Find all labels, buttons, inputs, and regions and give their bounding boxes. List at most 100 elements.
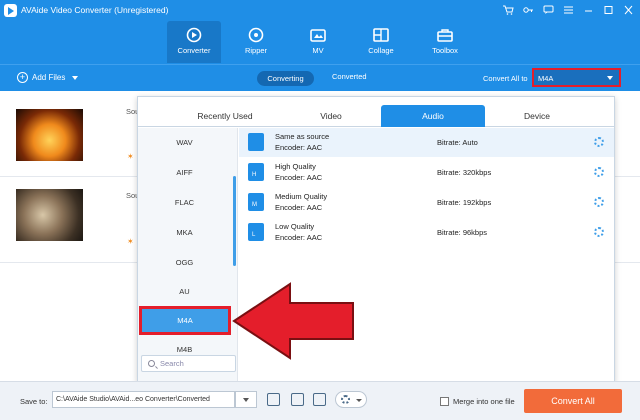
app-title: AVAide Video Converter (Unregistered) [21,5,169,15]
video-thumbnail[interactable] [16,189,83,241]
format-item-m4a[interactable]: M4A [139,306,231,335]
quality-option-medium[interactable]: M Medium Quality Encoder: AAC Bitrate: 1… [239,188,614,217]
quality-option-high[interactable]: H High Quality Encoder: AAC Bitrate: 320… [239,158,614,187]
folder-icon[interactable] [267,393,280,406]
nav-tab-ripper[interactable]: Ripper [229,21,283,63]
hardware-accel-icon[interactable] [313,393,326,406]
format-item-aiff[interactable]: AIFF [138,158,231,187]
menu-icon[interactable] [560,2,576,18]
quality-bitrate: Bitrate: 96kbps [437,228,488,237]
close-icon[interactable] [620,2,636,18]
gear-icon[interactable] [594,137,604,147]
nav-label: MV [312,46,324,55]
quality-name: Same as source [275,132,330,141]
bottom-bar: Save to: C:\AVAide Studio\AVAid...eo Con… [0,381,640,420]
pointer-arrow-annotation [232,282,354,360]
selected-format-value: M4A [538,74,554,83]
tab-converted[interactable]: Converted [332,72,367,81]
title-bar: AVAide Video Converter (Unregistered) [0,0,640,20]
quality-option-low[interactable]: L Low Quality Encoder: AAC Bitrate: 96kb… [239,218,614,247]
quality-name: Low Quality [275,222,315,231]
audio-file-icon: L [248,223,264,241]
format-dropdown-panel: Recently Used Video Audio Device WAV AIF… [137,96,615,382]
tab-converting[interactable]: Converting [257,71,314,86]
nav-label: Ripper [244,46,268,55]
window-controls [500,2,636,18]
merge-label: Merge into one file [453,397,515,406]
convert-all-format-select[interactable]: M4A [532,68,621,87]
audio-format-list: WAV AIFF FLAC MKA OGG AU M4A M4B Search [138,128,238,381]
quality-bitrate: Bitrate: 320kbps [437,168,492,177]
add-files-button[interactable]: + Add Files [17,72,79,83]
plus-icon: + [17,72,28,83]
save-path-field[interactable]: C:\AVAide Studio\AVAid...eo Converter\Co… [52,391,235,408]
converter-icon [186,27,202,43]
format-item-wav[interactable]: WAV [138,128,231,157]
quality-badge: L [252,232,256,238]
format-item-mka[interactable]: MKA [138,218,231,247]
format-list-scrollbar[interactable] [233,176,236,266]
edit-effect-icon[interactable]: ✶ [127,152,135,161]
format-item-ogg[interactable]: OGG [138,248,231,277]
convert-all-button[interactable]: Convert All [524,389,622,413]
tab-recently-used[interactable]: Recently Used [180,105,270,127]
key-icon[interactable] [520,2,536,18]
quality-encoder: Encoder: AAC [275,173,323,182]
save-path-dropdown[interactable] [235,391,257,408]
converter-toolbar: + Add Files Converting Converted Convert… [0,64,640,91]
audio-file-icon: H [248,163,264,181]
format-item-au[interactable]: AU [138,277,231,306]
edit-effect-icon[interactable]: ✶ [127,237,135,246]
tab-video[interactable]: Video [286,105,376,127]
nav-tab-collage[interactable]: Collage [354,21,408,63]
minimize-icon[interactable] [580,2,596,18]
gear-icon [341,395,350,404]
gear-icon[interactable] [594,167,604,177]
save-to-label: Save to: [20,397,48,406]
main-nav: Converter Ripper MV Collage Toolbox [0,20,640,64]
add-files-label: Add Files [32,73,66,82]
convert-all-to-label: Convert All to [483,74,528,83]
gear-icon[interactable] [594,197,604,207]
quality-badge: H [252,172,257,178]
format-item-flac[interactable]: FLAC [138,188,231,217]
mv-icon [310,29,326,42]
nav-tab-converter[interactable]: Converter [167,21,221,63]
cart-icon[interactable] [500,2,516,18]
video-thumbnail[interactable] [16,109,83,161]
nav-tab-mv[interactable]: MV [291,21,345,63]
maximize-icon[interactable] [600,2,616,18]
quality-encoder: Encoder: AAC [275,143,323,152]
flash-off-icon[interactable] [291,393,304,406]
quality-name: Medium Quality [275,192,328,201]
merge-checkbox[interactable] [440,397,449,406]
chat-icon[interactable] [540,2,556,18]
quality-encoder: Encoder: AAC [275,233,323,242]
nav-label: Collage [368,46,394,55]
nav-tab-toolbox[interactable]: Toolbox [418,21,472,63]
tab-audio[interactable]: Audio [381,105,485,127]
format-search-input[interactable]: Search [141,355,236,372]
toolbox-icon [437,29,453,42]
output-settings-button[interactable] [335,391,367,408]
format-category-tabs: Recently Used Video Audio Device [138,105,614,127]
quality-option-same-as-source[interactable]: Same as source Encoder: AAC Bitrate: Aut… [239,128,614,157]
nav-label: Converter [177,46,211,55]
quality-encoder: Encoder: AAC [275,203,323,212]
audio-file-icon [248,133,264,151]
gear-icon[interactable] [594,227,604,237]
chevron-down-icon [607,76,613,80]
app-logo-icon [4,4,17,17]
audio-file-icon: M [248,193,264,211]
quality-badge: M [252,202,257,208]
chevron-down-icon[interactable] [72,75,79,80]
nav-label: Toolbox [432,46,458,55]
search-icon [148,360,155,367]
quality-bitrate: Bitrate: Auto [437,138,478,147]
quality-name: High Quality [275,162,316,171]
tab-device[interactable]: Device [492,105,582,127]
search-placeholder: Search [160,359,184,368]
quality-bitrate: Bitrate: 192kbps [437,198,492,207]
chevron-down-icon [356,399,362,402]
disc-icon [248,27,264,43]
